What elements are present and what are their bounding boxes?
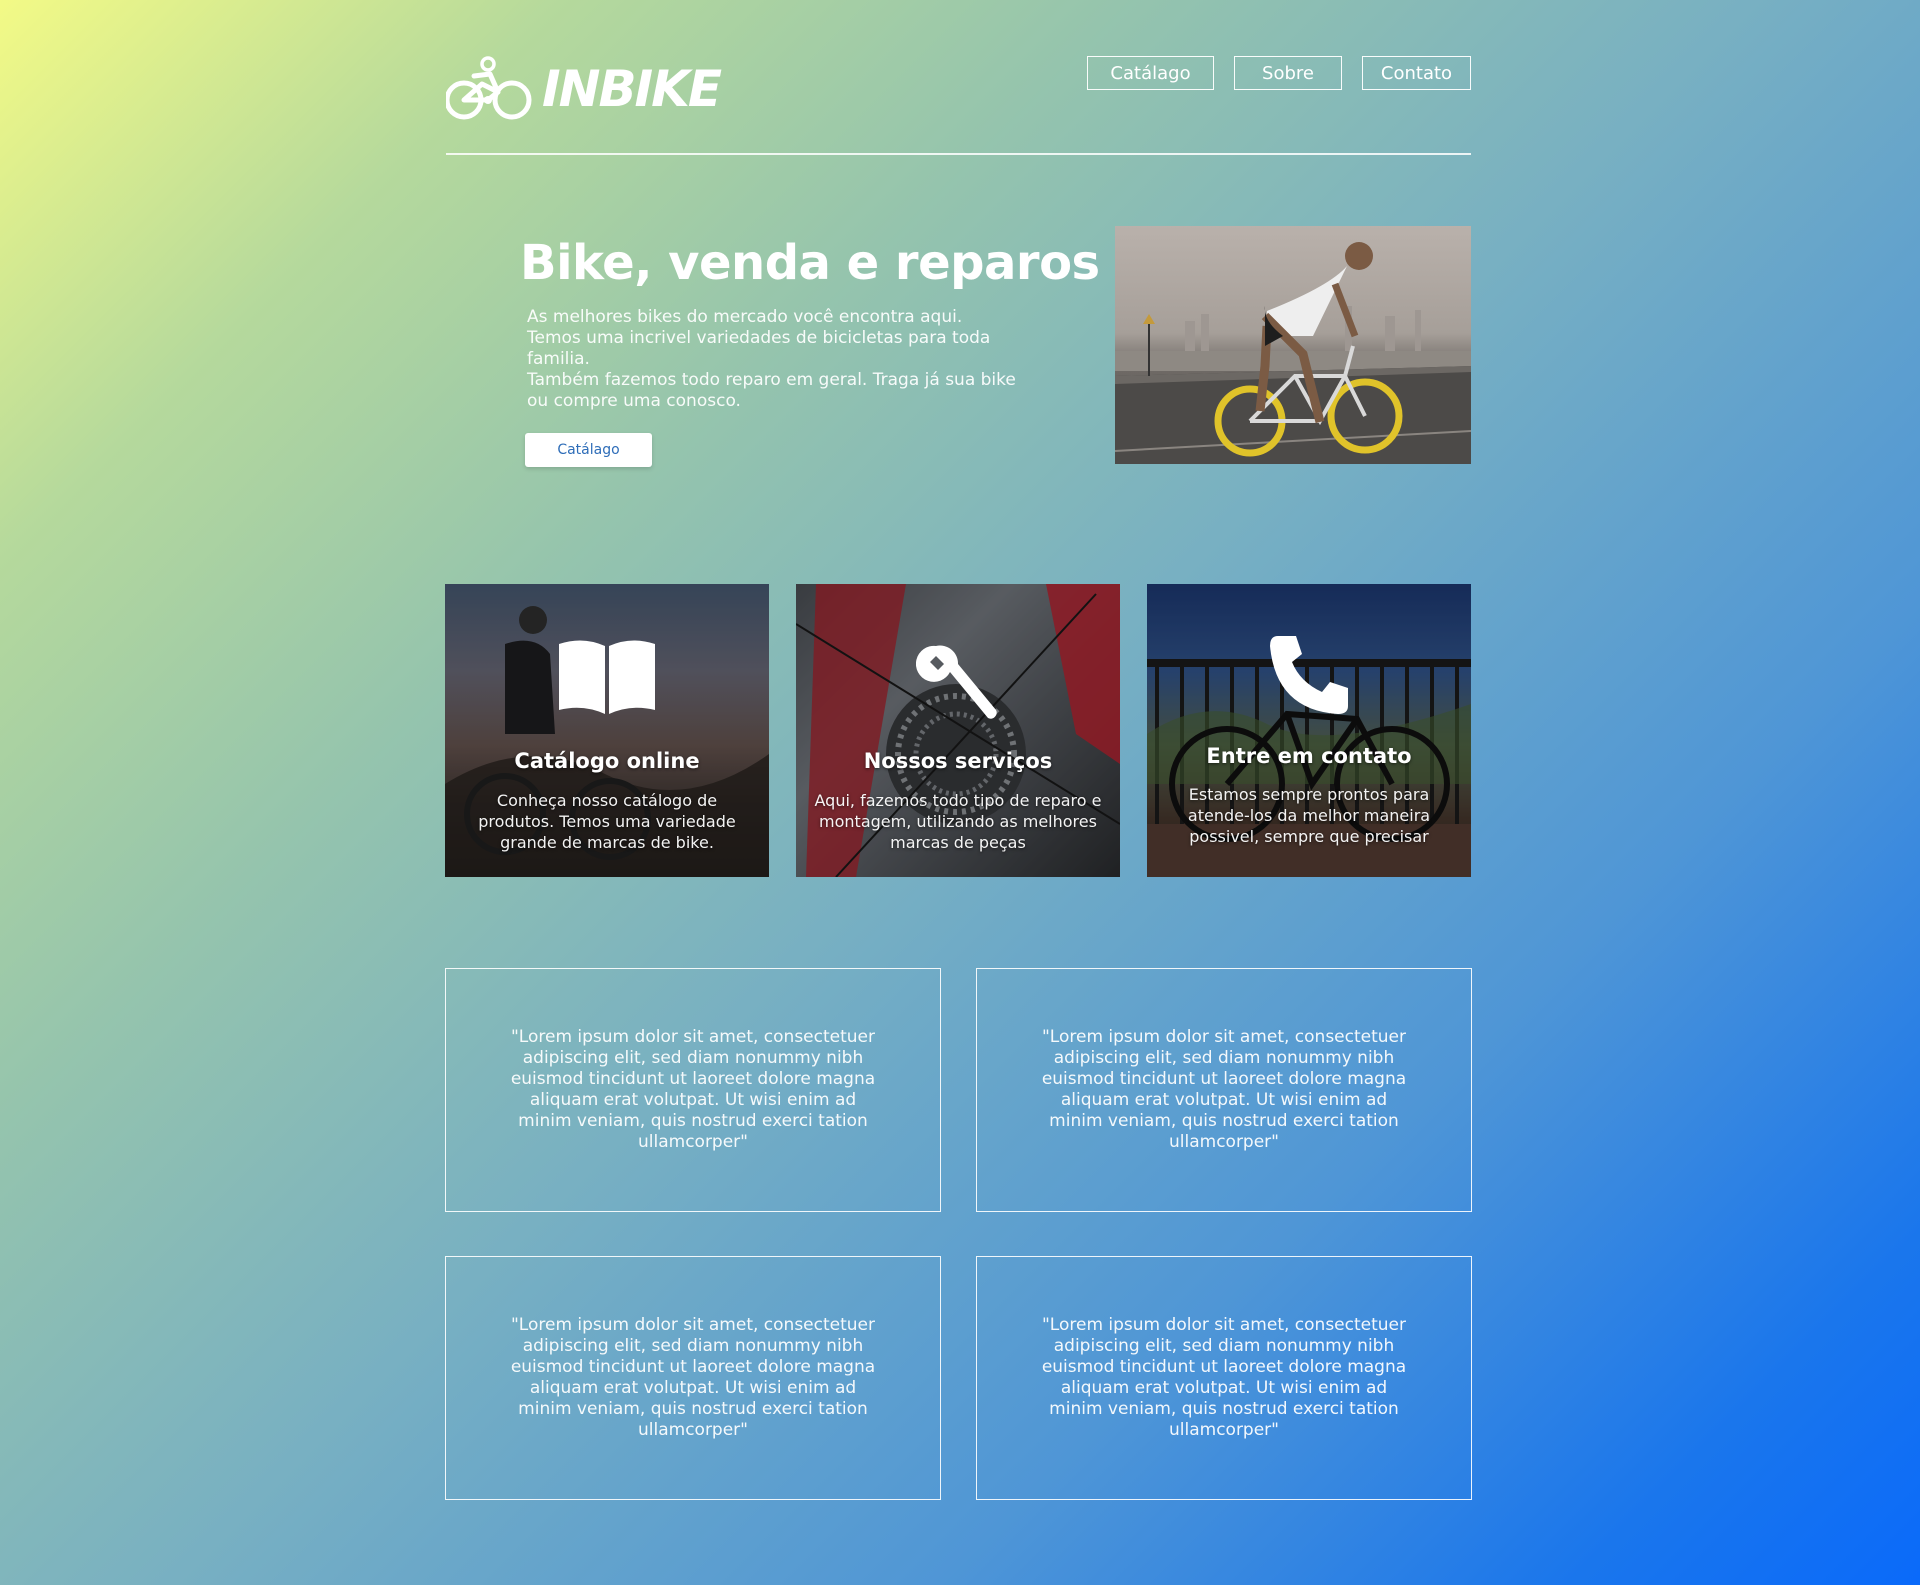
testimonial-text: "Lorem ipsum dolor sit amet, consectetue… xyxy=(510,1315,876,1440)
nav-catalogo-button[interactable]: Catálago xyxy=(1087,56,1214,90)
wrench-icon xyxy=(796,642,1120,726)
testimonial-text: "Lorem ipsum dolor sit amet, consectetue… xyxy=(1041,1315,1407,1440)
nav-sobre-button[interactable]: Sobre xyxy=(1234,56,1342,90)
header-divider xyxy=(446,153,1471,155)
phone-icon xyxy=(1147,632,1471,718)
card-title: Nossos serviços xyxy=(863,749,1053,773)
testimonial-text: "Lorem ipsum dolor sit amet, consectetue… xyxy=(1041,1027,1407,1152)
card-text: Aqui, fazemos todo tipo de reparo e mont… xyxy=(814,791,1102,852)
card-text: Estamos sempre prontos para atende-los d… xyxy=(1187,785,1431,846)
page: INBIKE Catálago Sobre Contato Bike, vend… xyxy=(0,0,1920,1585)
hero-cyclist-photo xyxy=(1115,226,1471,464)
hero-line: As melhores bikes do mercado você encont… xyxy=(527,307,963,327)
testimonial-box: "Lorem ipsum dolor sit amet, consectetue… xyxy=(445,1256,941,1500)
card-entre-em-contato[interactable]: Entre em contato Estamos sempre prontos … xyxy=(1147,584,1471,877)
card-catalogo-online[interactable]: Catálogo online Conheça nosso catálogo d… xyxy=(445,584,769,877)
hero-line: Temos uma incrivel variedades de bicicle… xyxy=(527,328,991,348)
testimonial-box: "Lorem ipsum dolor sit amet, consectetue… xyxy=(976,1256,1472,1500)
testimonial-text: "Lorem ipsum dolor sit amet, consectetue… xyxy=(510,1027,876,1152)
hero-line: familia. xyxy=(527,349,590,369)
testimonial-box: "Lorem ipsum dolor sit amet, consectetue… xyxy=(976,968,1472,1212)
card-nossos-servicos[interactable]: Nossos serviços Aqui, fazemos todo tipo … xyxy=(796,584,1120,877)
testimonial-box: "Lorem ipsum dolor sit amet, consectetue… xyxy=(445,968,941,1212)
card-title: Catálogo online xyxy=(514,749,700,773)
card-text: Conheça nosso catálogo de produtos. Temo… xyxy=(478,791,736,852)
hero-title: Bike, venda e reparos xyxy=(520,235,1100,291)
hero-catalogo-button[interactable]: Catálago xyxy=(525,433,652,467)
book-icon xyxy=(445,636,769,716)
top-nav: Catálago Sobre Contato xyxy=(0,56,1920,92)
hero-line: ou compre uma conosco. xyxy=(527,391,741,411)
card-title: Entre em contato xyxy=(1206,744,1412,768)
nav-contato-button[interactable]: Contato xyxy=(1362,56,1471,90)
hero-line: Também fazemos todo reparo em geral. Tra… xyxy=(527,370,1016,390)
hero-description: As melhores bikes do mercado você encont… xyxy=(527,307,1017,412)
